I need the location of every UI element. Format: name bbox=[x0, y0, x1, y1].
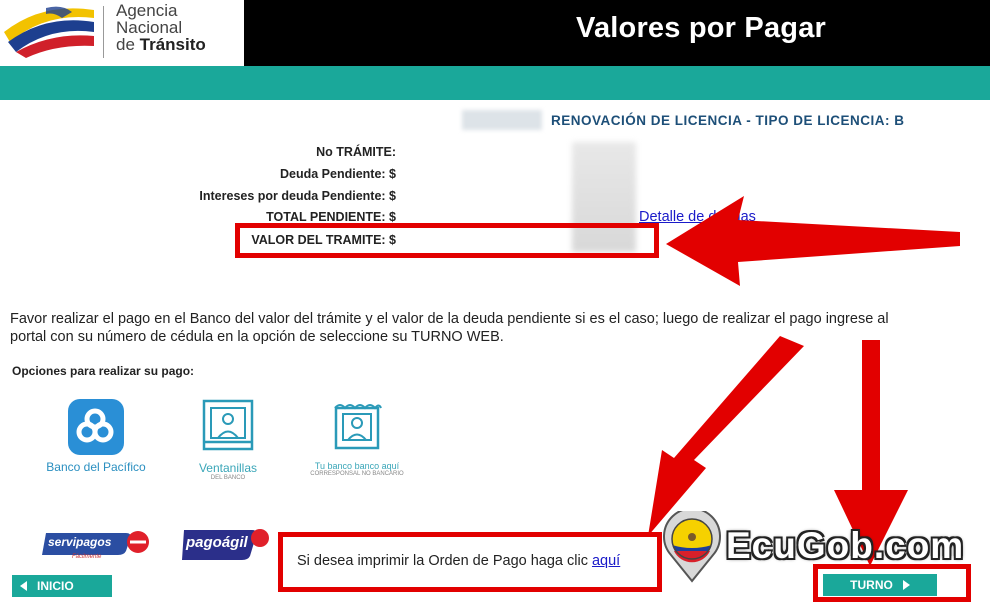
agency-logo-icon bbox=[4, 6, 94, 58]
redacted-name bbox=[462, 110, 542, 130]
arrow-to-print-icon bbox=[648, 336, 804, 536]
logo-separator bbox=[103, 6, 104, 58]
option-pagoagil[interactable]: pagoágil bbox=[180, 526, 270, 562]
arrow-left-icon bbox=[20, 581, 27, 591]
page-title: Valores por Pagar bbox=[576, 12, 827, 44]
label-total-pending: TOTAL PENDIENTE: $ bbox=[266, 210, 396, 224]
bank-teller-icon bbox=[202, 399, 254, 451]
agency-logo: Agencia Nacional de Tránsito bbox=[0, 0, 244, 66]
option-sublabel: CORRESPONSAL NO BANCARIO bbox=[310, 471, 404, 477]
servipagos-tagline: Fácilmente bbox=[72, 554, 102, 560]
watermark: EcuGob.com bbox=[726, 525, 965, 566]
agency-line3: de Tránsito bbox=[116, 36, 206, 53]
payment-options-label: Opciones para realizar su pago: bbox=[12, 364, 195, 378]
home-button-label: INICIO bbox=[37, 579, 74, 593]
print-order-text: Si desea imprimir la Orden de Pago haga … bbox=[297, 553, 620, 569]
agency-line1: Agencia bbox=[116, 1, 178, 20]
label-tramite-number: No TRÁMITE: bbox=[316, 145, 396, 159]
turno-button[interactable]: TURNO bbox=[823, 574, 937, 596]
option-servipagos[interactable]: servipagos Fácilmente bbox=[42, 527, 152, 561]
label-pending-debt: Deuda Pendiente: $ bbox=[280, 167, 396, 181]
agency-line3-bold: Tránsito bbox=[139, 35, 206, 54]
option-label: Tu banco banco aquí bbox=[314, 461, 400, 471]
print-order-message: Si desea imprimir la Orden de Pago haga … bbox=[297, 553, 588, 569]
arrow-right-icon bbox=[902, 580, 910, 590]
servipagos-text: servipagos bbox=[48, 535, 112, 549]
label-debt-interest: Intereses por deuda Pendiente: $ bbox=[199, 189, 396, 203]
turno-button-label: TURNO bbox=[850, 578, 893, 592]
procedure-subtitle: RENOVACIÓN DE LICENCIA - TIPO DE LICENCI… bbox=[551, 113, 905, 128]
print-order-box: Si desea imprimir la Orden de Pago haga … bbox=[278, 532, 662, 592]
nav-band bbox=[0, 66, 990, 100]
option-banco-aqui[interactable]: Tu banco banco aquí CORRESPONSAL NO BANC… bbox=[302, 398, 412, 477]
banking-agent-icon bbox=[334, 404, 382, 450]
payment-instructions: Favor realizar el pago en el Banco del v… bbox=[10, 311, 889, 345]
page-header: Agencia Nacional de Tránsito Valores por… bbox=[0, 0, 990, 66]
print-order-link[interactable]: aquí bbox=[592, 553, 620, 569]
banco-pacifico-icon bbox=[68, 399, 124, 455]
agency-line3-prefix: de bbox=[116, 35, 135, 54]
option-sublabel: DEL BANCO bbox=[210, 475, 246, 481]
pagoagil-text: pagoágil bbox=[186, 534, 248, 551]
option-label: Ventanillas bbox=[198, 461, 258, 475]
agency-line2: Nacional bbox=[116, 18, 183, 37]
highlight-procedure-value bbox=[235, 223, 659, 258]
option-label: Banco del Pacífico bbox=[46, 460, 146, 474]
option-banco-pacifico[interactable]: Banco del Pacífico bbox=[36, 398, 156, 474]
ecuador-pin-icon bbox=[663, 511, 721, 583]
home-button[interactable]: INICIO bbox=[12, 575, 112, 597]
agency-name: Agencia Nacional de Tránsito bbox=[116, 2, 206, 53]
option-ventanillas[interactable]: Ventanillas DEL BANCO bbox=[182, 398, 274, 481]
